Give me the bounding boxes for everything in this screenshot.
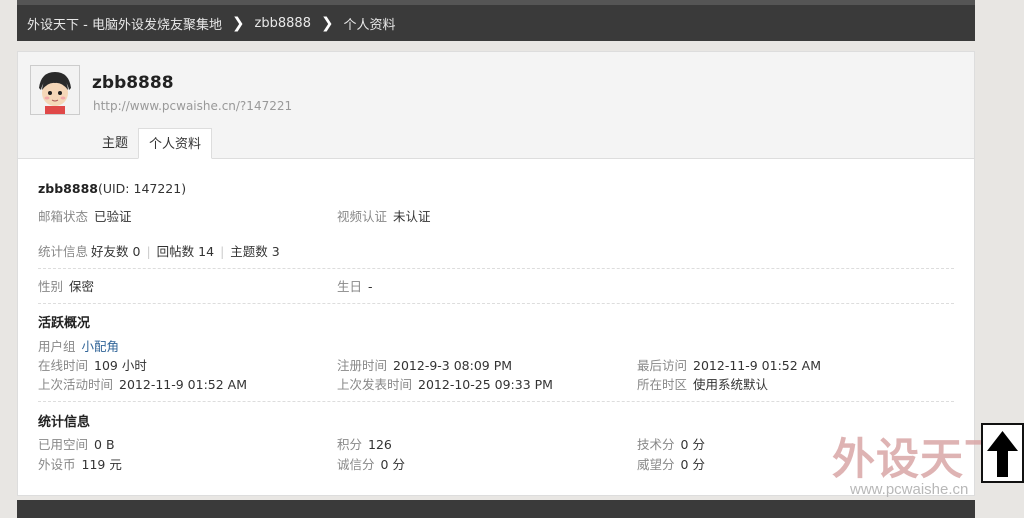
points-row: 积分 126 <box>337 434 392 453</box>
online-time-row: 在线时间 109 小时 <box>38 355 147 374</box>
divider: | <box>146 244 151 259</box>
register-time-row: 注册时间 2012-9-3 08:09 PM <box>337 355 512 374</box>
breadcrumb-user-link[interactable]: zbb8888 <box>255 16 311 31</box>
tab-profile[interactable]: 个人资料 <box>138 128 213 159</box>
activity-heading: 活跃概况 <box>38 316 91 331</box>
replies-count[interactable]: 回帖数 14 <box>157 244 214 259</box>
back-to-top-button[interactable] <box>981 423 1024 483</box>
video-status: 视频认证 未认证 <box>337 206 431 225</box>
breadcrumb-home-link[interactable]: 外设天下 - 电脑外设发烧友聚集地 <box>27 14 222 33</box>
divider-line <box>38 268 954 269</box>
birthday-value: - <box>368 279 373 294</box>
email-status-label: 邮箱状态 <box>38 209 89 224</box>
timezone-row: 所在时区 使用系统默认 <box>637 374 768 393</box>
stats-row: 统计信息 好友数 0 | 回帖数 14 | 主题数 3 <box>38 241 280 260</box>
statistics-heading: 统计信息 <box>38 415 91 430</box>
stats-label: 统计信息 <box>38 244 89 259</box>
last-active-row: 上次活动时间 2012-11-9 01:52 AM <box>38 374 247 393</box>
video-status-value: 未认证 <box>393 209 431 224</box>
last-post-row: 上次发表时间 2012-10-25 09:33 PM <box>337 374 553 393</box>
last-post-value: 2012-10-25 09:33 PM <box>418 377 553 392</box>
info-name-row: zbb8888(UID: 147221) <box>38 181 186 196</box>
watermark-url: www.pcwaishe.cn <box>850 481 969 498</box>
email-status-value: 已验证 <box>94 209 132 224</box>
last-active-value: 2012-11-9 01:52 AM <box>119 377 248 392</box>
threads-count[interactable]: 主题数 3 <box>230 244 279 259</box>
register-time-value: 2012-9-3 08:09 PM <box>393 358 513 373</box>
last-visit-value: 2012-11-9 01:52 AM <box>693 358 822 373</box>
timezone-label: 所在时区 <box>637 377 688 392</box>
last-post-label: 上次发表时间 <box>337 377 413 392</box>
usergroup-row: 用户组 小配角 <box>38 336 119 355</box>
prestige-value: 0 分 <box>680 457 705 472</box>
space-value: 0 B <box>94 437 115 452</box>
birthday-row: 生日 - <box>337 276 373 295</box>
profile-url[interactable]: http://www.pcwaishe.cn/?147221 <box>93 99 292 113</box>
info-username: zbb8888 <box>38 181 98 196</box>
coin-label: 外设币 <box>38 457 76 472</box>
last-visit-row: 最后访问 2012-11-9 01:52 AM <box>637 355 821 374</box>
profile-username: zbb8888 <box>92 73 174 93</box>
email-status: 邮箱状态 已验证 <box>38 206 132 225</box>
last-visit-label: 最后访问 <box>637 358 688 373</box>
gender-label: 性别 <box>38 279 64 294</box>
video-status-label: 视频认证 <box>337 209 388 224</box>
online-time-value: 109 小时 <box>94 358 147 373</box>
usergroup-link[interactable]: 小配角 <box>82 339 120 354</box>
gender-row: 性别 保密 <box>38 276 94 295</box>
tech-value: 0 分 <box>680 437 705 452</box>
divider-line <box>38 401 954 402</box>
tab-threads[interactable]: 主题 <box>92 128 138 159</box>
tech-label: 技术分 <box>637 437 675 452</box>
space-row: 已用空间 0 B <box>38 434 115 453</box>
chevron-right-icon: ❯ <box>320 14 334 32</box>
honest-row: 诚信分 0 分 <box>337 454 405 473</box>
avatar-image <box>31 66 79 114</box>
breadcrumb: 外设天下 - 电脑外设发烧友聚集地 ❯ zbb8888 ❯ 个人资料 <box>17 0 975 41</box>
points-value: 126 <box>368 437 392 452</box>
chevron-right-icon: ❯ <box>231 14 245 32</box>
divider: | <box>220 244 225 259</box>
online-time-label: 在线时间 <box>38 358 89 373</box>
timezone-value: 使用系统默认 <box>693 377 769 392</box>
profile-header: zbb8888 http://www.pcwaishe.cn/?147221 主… <box>18 52 974 159</box>
coin-value: 119 元 <box>81 457 122 472</box>
divider-line <box>38 303 954 304</box>
birthday-label: 生日 <box>337 279 363 294</box>
honest-value: 0 分 <box>380 457 405 472</box>
gender-value: 保密 <box>69 279 95 294</box>
points-label: 积分 <box>337 437 363 452</box>
honest-label: 诚信分 <box>337 457 375 472</box>
profile-tabs: 主题 个人资料 <box>92 128 213 159</box>
tech-row: 技术分 0 分 <box>637 434 705 453</box>
space-label: 已用空间 <box>38 437 89 452</box>
friends-count[interactable]: 好友数 0 <box>91 244 140 259</box>
info-uid: (UID: 147221) <box>97 181 187 196</box>
arrow-up-icon <box>987 431 1018 477</box>
coin-row: 外设币 119 元 <box>38 454 122 473</box>
footer-bar <box>17 500 975 518</box>
prestige-label: 威望分 <box>637 457 675 472</box>
last-active-label: 上次活动时间 <box>38 377 114 392</box>
register-time-label: 注册时间 <box>337 358 388 373</box>
usergroup-label: 用户组 <box>38 339 76 354</box>
avatar[interactable] <box>30 65 80 115</box>
prestige-row: 威望分 0 分 <box>637 454 705 473</box>
breadcrumb-current: 个人资料 <box>343 17 396 33</box>
